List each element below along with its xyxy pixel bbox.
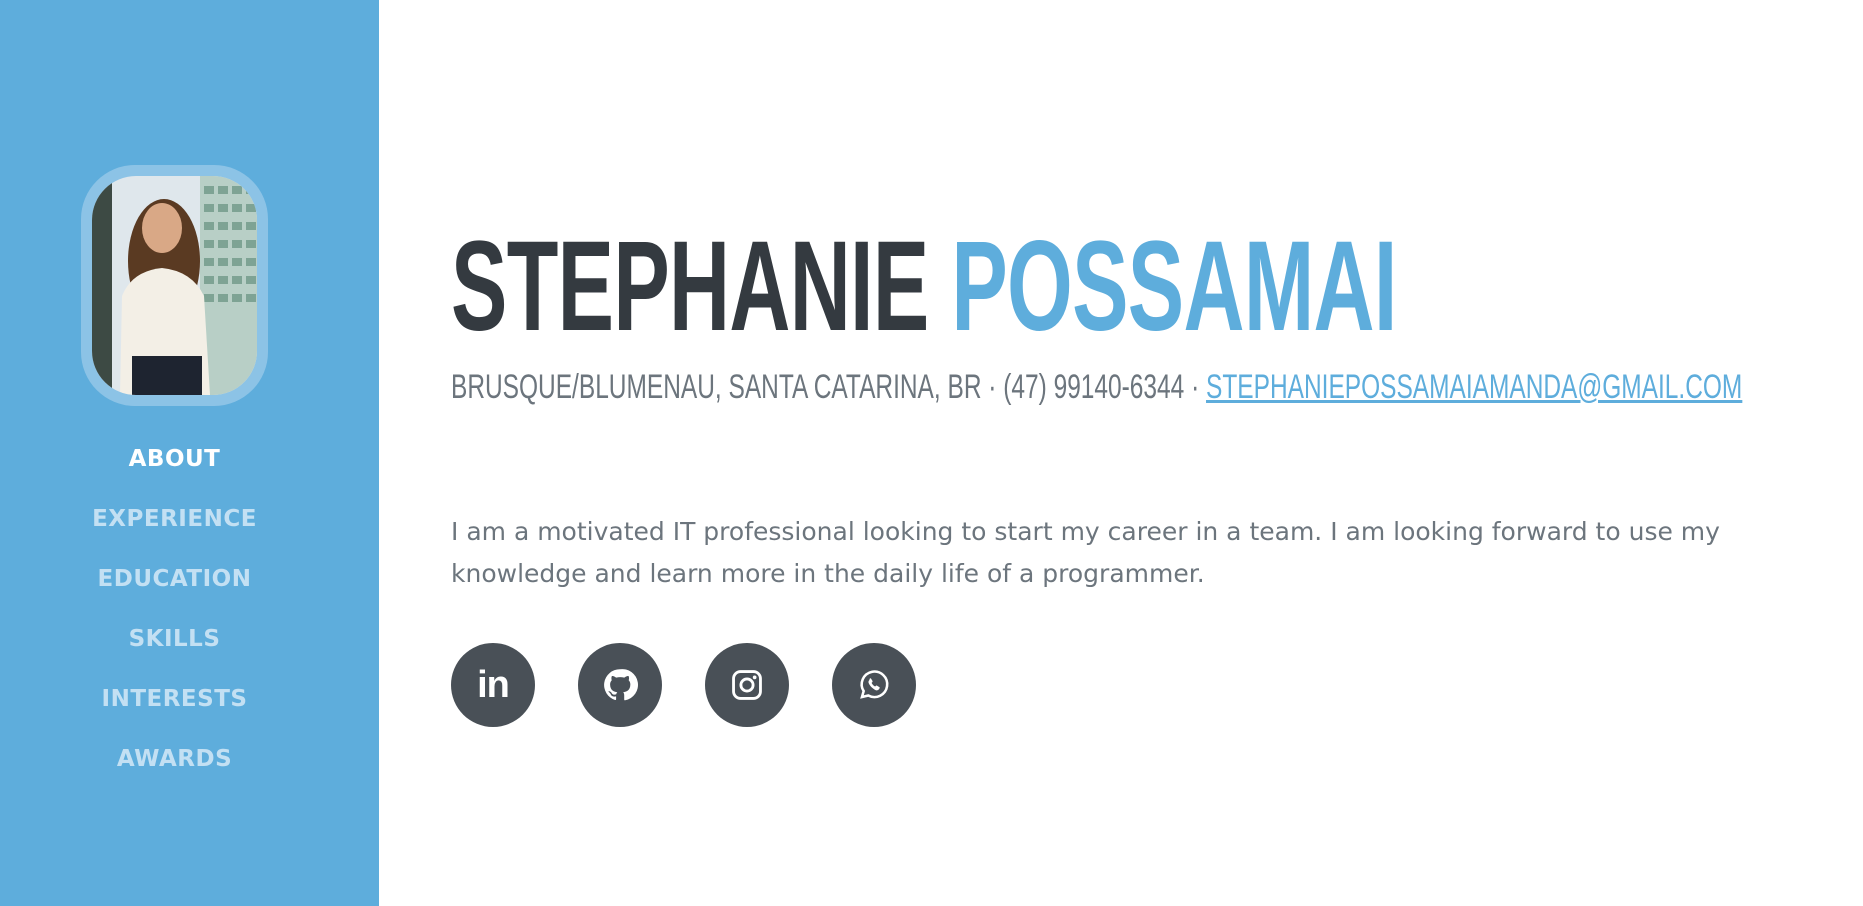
whatsapp-button[interactable] (832, 643, 916, 727)
sidebar: ABOUT EXPERIENCE EDUCATION SKILLS INTERE… (0, 0, 379, 906)
last-name: POSSAMAI (951, 215, 1397, 358)
instagram-button[interactable] (705, 643, 789, 727)
instagram-icon (732, 670, 762, 700)
profile-photo (92, 176, 257, 395)
nav-item-experience[interactable]: EXPERIENCE (0, 497, 349, 557)
nav-item-about[interactable]: ABOUT (0, 437, 349, 497)
github-icon (604, 669, 638, 701)
nav-item-skills[interactable]: SKILLS (0, 617, 349, 677)
contact-line: BRUSQUE/BLUMENAU, SANTA CATARINA, BR · (… (451, 365, 1742, 409)
email-link[interactable]: STEPHANIEPOSSAMAIAMANDA@GMAIL.COM (1206, 368, 1742, 406)
nav-item-interests[interactable]: INTERESTS (0, 677, 349, 737)
linkedin-icon: in (477, 663, 510, 706)
avatar (92, 176, 257, 395)
about-text: I am a motivated IT professional looking… (451, 517, 1720, 588)
social-icons: in (451, 643, 916, 727)
sidebar-nav: ABOUT EXPERIENCE EDUCATION SKILLS INTERE… (0, 437, 349, 797)
nav-item-awards[interactable]: AWARDS (0, 737, 349, 797)
first-name: STEPHANIE (451, 215, 929, 358)
linkedin-button[interactable]: in (451, 643, 535, 727)
avatar-frame (81, 165, 268, 406)
nav-item-education[interactable]: EDUCATION (0, 557, 349, 617)
location-phone: BRUSQUE/BLUMENAU, SANTA CATARINA, BR · (… (451, 368, 1207, 406)
github-button[interactable] (578, 643, 662, 727)
whatsapp-icon (860, 670, 889, 699)
page-title: STEPHANIE POSSAMAI (451, 212, 1397, 362)
